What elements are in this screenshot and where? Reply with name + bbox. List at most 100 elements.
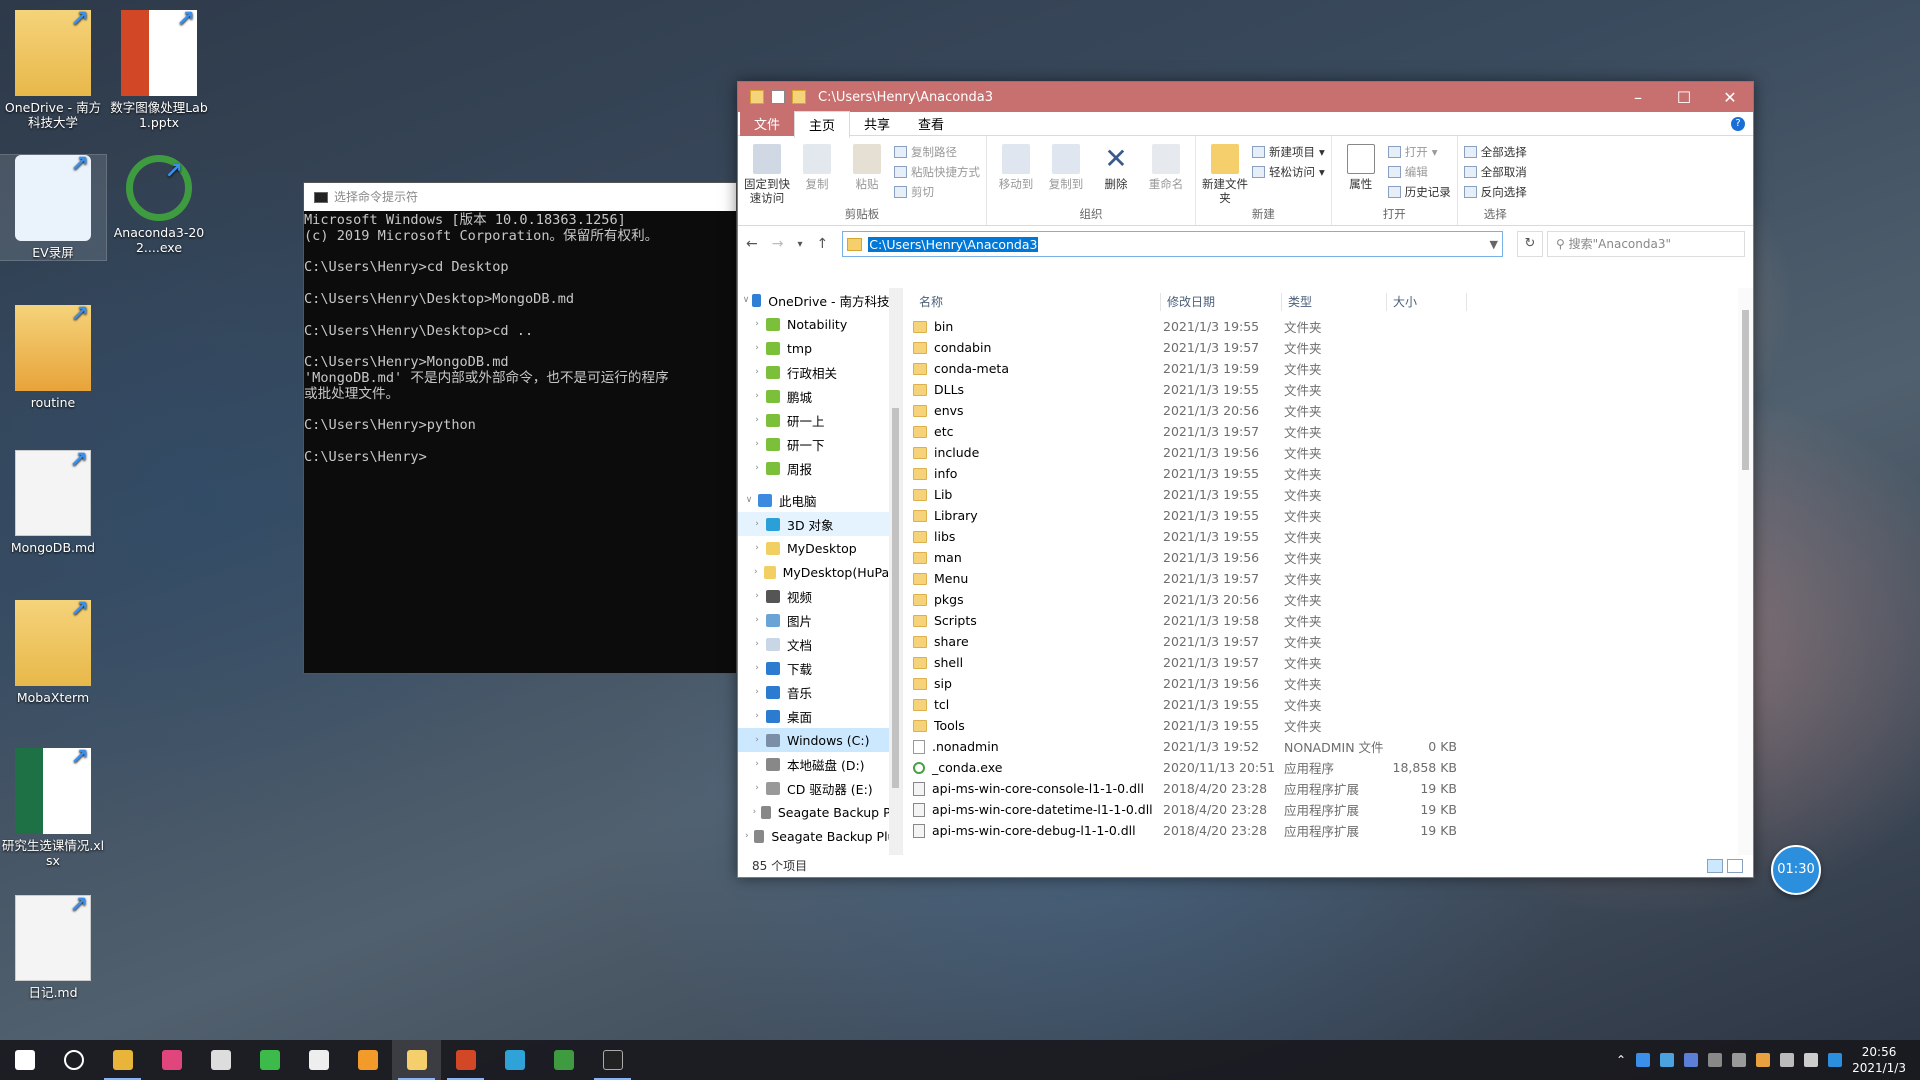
nav-item[interactable]: › 研一上 bbox=[738, 408, 902, 432]
chevron-right-icon[interactable]: › bbox=[748, 615, 766, 625]
column-type[interactable]: 类型 bbox=[1282, 293, 1387, 311]
file-row[interactable]: Lib 2021/1/3 19:55 文件夹 bbox=[903, 484, 1753, 505]
file-row[interactable]: Menu 2021/1/3 19:57 文件夹 bbox=[903, 568, 1753, 589]
tab-file[interactable]: 文件 bbox=[740, 111, 795, 136]
properties-quick-icon[interactable] bbox=[771, 90, 785, 104]
nav-item[interactable]: › Seagate Backup Plu bbox=[738, 800, 902, 824]
taskbar-button[interactable] bbox=[539, 1040, 588, 1080]
chevron-right-icon[interactable]: › bbox=[748, 735, 766, 745]
wifi-icon[interactable] bbox=[1708, 1053, 1723, 1067]
column-size[interactable]: 大小 bbox=[1387, 293, 1467, 311]
nav-item[interactable]: › 本地磁盘 (D:) bbox=[738, 752, 902, 776]
address-input[interactable]: C:\Users\Henry\Anaconda3 ▼ bbox=[842, 231, 1503, 257]
chevron-down-icon[interactable]: ▼ bbox=[1490, 238, 1498, 251]
paste-shortcut-button[interactable]: 粘贴快捷方式 bbox=[894, 164, 980, 180]
file-row[interactable]: pkgs 2021/1/3 20:56 文件夹 bbox=[903, 589, 1753, 610]
chevron-down-icon[interactable]: ∨ bbox=[740, 495, 758, 505]
tray-app-icon[interactable] bbox=[1660, 1053, 1675, 1067]
nav-item[interactable]: ∨ OneDrive - 南方科技大 bbox=[738, 288, 902, 312]
column-date[interactable]: 修改日期 bbox=[1161, 293, 1282, 311]
tab-share[interactable]: 共享 bbox=[850, 111, 904, 136]
chevron-right-icon[interactable]: › bbox=[740, 831, 754, 841]
chevron-right-icon[interactable]: › bbox=[748, 711, 766, 721]
back-arrow-icon[interactable]: ← bbox=[746, 236, 758, 252]
file-row[interactable]: api-ms-win-core-debug-l1-1-0.dll 2018/4/2… bbox=[903, 820, 1753, 841]
nav-item[interactable]: › 音乐 bbox=[738, 680, 902, 704]
taskbar-button[interactable] bbox=[294, 1040, 343, 1080]
file-row[interactable]: Library 2021/1/3 19:55 文件夹 bbox=[903, 505, 1753, 526]
up-arrow-icon[interactable]: ↑ bbox=[817, 236, 829, 252]
command-prompt-window[interactable]: 选择命令提示符 Microsoft Windows [版本 10.0.18363… bbox=[303, 182, 737, 674]
desktop-icon[interactable]: ↗ EV录屏 bbox=[0, 154, 107, 261]
pin-quick-access-button[interactable]: 固定到快速访问 bbox=[744, 140, 790, 207]
volume-icon[interactable] bbox=[1780, 1053, 1795, 1067]
file-row[interactable]: api-ms-win-core-datetime-l1-1-0.dll 2018/… bbox=[903, 799, 1753, 820]
chevron-right-icon[interactable]: › bbox=[748, 759, 766, 769]
file-row[interactable]: include 2021/1/3 19:56 文件夹 bbox=[903, 442, 1753, 463]
open-button[interactable]: 打开 ▾ bbox=[1387, 144, 1451, 160]
delete-button[interactable]: ✕ 删除 bbox=[1093, 140, 1139, 207]
desktop-icon[interactable]: ↗ Anaconda3-202....exe bbox=[106, 155, 212, 255]
chevron-right-icon[interactable]: › bbox=[748, 439, 766, 449]
chevron-right-icon[interactable]: › bbox=[748, 415, 766, 425]
file-row[interactable]: man 2021/1/3 19:56 文件夹 bbox=[903, 547, 1753, 568]
file-row[interactable]: Scripts 2021/1/3 19:58 文件夹 bbox=[903, 610, 1753, 631]
taskbar-button[interactable] bbox=[49, 1040, 98, 1080]
file-row[interactable]: etc 2021/1/3 19:57 文件夹 bbox=[903, 421, 1753, 442]
taskbar-button[interactable] bbox=[245, 1040, 294, 1080]
details-view-icon[interactable] bbox=[1707, 859, 1723, 873]
new-folder-button[interactable]: 新建文件夹 bbox=[1202, 140, 1248, 207]
close-button[interactable]: ✕ bbox=[1707, 88, 1753, 107]
nav-item[interactable]: ∨ 此电脑 bbox=[738, 488, 902, 512]
file-row[interactable]: shell 2021/1/3 19:57 文件夹 bbox=[903, 652, 1753, 673]
file-row[interactable]: info 2021/1/3 19:55 文件夹 bbox=[903, 463, 1753, 484]
nav-item[interactable]: › 桌面 bbox=[738, 704, 902, 728]
desktop-icon[interactable]: ↗ routine bbox=[0, 304, 106, 410]
battery-icon[interactable] bbox=[1732, 1053, 1747, 1067]
taskbar-button[interactable] bbox=[196, 1040, 245, 1080]
chevron-down-icon[interactable]: ∨ bbox=[740, 295, 752, 305]
cmd-output[interactable]: Microsoft Windows [版本 10.0.18363.1256] (c… bbox=[304, 211, 736, 466]
chevron-right-icon[interactable]: › bbox=[748, 519, 766, 529]
chevron-right-icon[interactable]: › bbox=[748, 463, 766, 473]
select-all-button[interactable]: 全部选择 bbox=[1463, 144, 1527, 160]
chevron-right-icon[interactable]: › bbox=[748, 639, 766, 649]
file-row[interactable]: libs 2021/1/3 19:55 文件夹 bbox=[903, 526, 1753, 547]
chevron-right-icon[interactable]: › bbox=[748, 543, 766, 553]
chevron-right-icon[interactable]: › bbox=[748, 687, 766, 697]
taskbar-button[interactable] bbox=[343, 1040, 392, 1080]
nav-item[interactable]: › Seagate Backup Plus bbox=[738, 824, 902, 848]
chevron-right-icon[interactable]: › bbox=[748, 343, 766, 353]
chevron-right-icon[interactable]: › bbox=[748, 391, 766, 401]
recording-timer-bubble[interactable]: 01:30 bbox=[1771, 845, 1821, 895]
file-row[interactable]: tcl 2021/1/3 19:55 文件夹 bbox=[903, 694, 1753, 715]
taskbar-button[interactable] bbox=[392, 1040, 441, 1080]
nav-item[interactable]: › 文档 bbox=[738, 632, 902, 656]
clock[interactable]: 20:56 2021/1/3 bbox=[1852, 1044, 1906, 1076]
chevron-right-icon[interactable]: › bbox=[748, 591, 766, 601]
desktop-icon[interactable]: ↗ OneDrive - 南方科技大学 bbox=[0, 9, 106, 131]
file-row[interactable]: envs 2021/1/3 20:56 文件夹 bbox=[903, 400, 1753, 421]
desktop-icon[interactable]: ↗ 研究生选课情况.xlsx bbox=[0, 747, 106, 869]
nav-item[interactable]: › 行政相关 bbox=[738, 360, 902, 384]
cut-button[interactable]: 剪切 bbox=[894, 184, 980, 200]
minimize-button[interactable]: – bbox=[1615, 88, 1661, 107]
file-row[interactable]: bin 2021/1/3 19:55 文件夹 bbox=[903, 316, 1753, 337]
file-list[interactable]: 名称 修改日期 类型 大小 bin 2021/1/3 19:55 文件夹 condab… bbox=[903, 288, 1753, 855]
desktop-icon[interactable]: ↗ MongoDB.md bbox=[0, 450, 106, 556]
desktop-icon[interactable]: ↗ 日记.md bbox=[0, 895, 106, 1000]
file-row[interactable]: Tools 2021/1/3 19:55 文件夹 bbox=[903, 715, 1753, 736]
taskbar-button[interactable] bbox=[490, 1040, 539, 1080]
chevron-right-icon[interactable]: › bbox=[748, 783, 766, 793]
column-name[interactable]: 名称 bbox=[903, 293, 1161, 311]
search-input[interactable]: ⚲ 搜索"Anaconda3" bbox=[1547, 231, 1745, 257]
nav-item[interactable]: › 下载 bbox=[738, 656, 902, 680]
file-row[interactable]: share 2021/1/3 19:57 文件夹 bbox=[903, 631, 1753, 652]
navigation-pane[interactable]: ∨ OneDrive - 南方科技大 › Notability › tmp › 行政相关 › 鹏城… bbox=[738, 288, 903, 855]
file-list-scrollbar[interactable] bbox=[1738, 288, 1753, 855]
file-row[interactable]: .nonadmin 2021/1/3 19:52 NONADMIN 文件 0 KB bbox=[903, 736, 1753, 757]
tray-app-icon[interactable] bbox=[1684, 1053, 1699, 1067]
copy-button[interactable]: 复制 bbox=[794, 140, 840, 207]
nav-item[interactable]: › 研一下 bbox=[738, 432, 902, 456]
cmd-titlebar[interactable]: 选择命令提示符 bbox=[304, 183, 736, 211]
